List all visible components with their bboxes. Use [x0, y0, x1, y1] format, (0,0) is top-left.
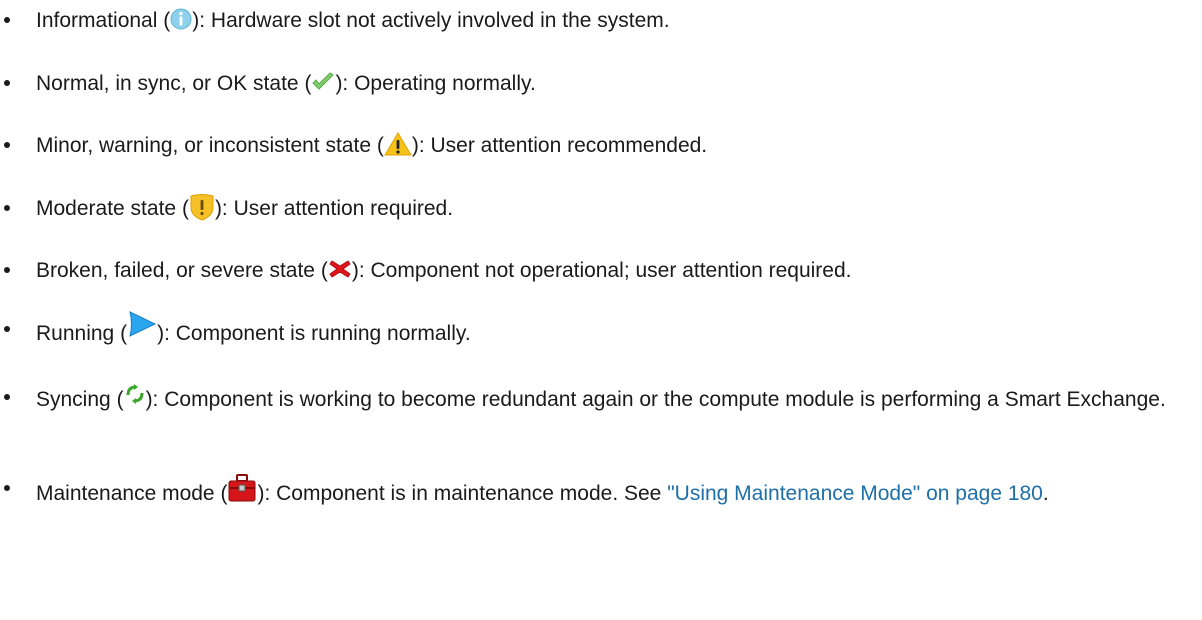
bullet: [4, 267, 10, 273]
list-item-informational: Informational ( ): Hardware slot not act…: [0, 5, 1190, 37]
item-description: ): Component is working to become redund…: [145, 388, 1166, 411]
bullet: [4, 326, 10, 332]
item-tail: .: [1042, 482, 1049, 505]
item-label: Broken, failed, or severe state: [36, 259, 315, 282]
toolbox-icon: [227, 473, 257, 503]
list-item-broken: Broken, failed, or severe state ( ): Com…: [0, 255, 1190, 287]
item-label: Moderate state: [36, 197, 177, 220]
item-description: ): User attention recommended.: [411, 134, 708, 157]
item-label: Running: [36, 322, 115, 345]
item-label: Maintenance mode: [36, 482, 215, 505]
item-label: Normal, in sync, or OK state: [36, 72, 299, 95]
list-item-normal: Normal, in sync, or OK state ( ): Operat…: [0, 68, 1190, 100]
document-page: Informational ( ): Hardware slot not act…: [0, 0, 1202, 620]
bullet: [4, 17, 10, 23]
maintenance-mode-link[interactable]: "Using Maintenance Mode" on page 180: [667, 482, 1043, 505]
item-description: ): Component is running normally.: [157, 322, 471, 345]
item-description: ): Hardware slot not actively involved i…: [192, 9, 670, 32]
item-label: Syncing: [36, 388, 111, 411]
checkmark-icon: [311, 71, 335, 93]
item-label: Minor, warning, or inconsistent state: [36, 134, 371, 157]
item-description: ): Operating normally.: [335, 72, 536, 95]
list-item-moderate: Moderate state ( ): User attention requi…: [0, 193, 1190, 225]
list-item-running: Running ( ): Component is running normal…: [0, 311, 1190, 350]
warning-triangle-icon: [383, 131, 412, 157]
item-description: ): User attention required.: [214, 197, 454, 220]
info-icon: [170, 7, 192, 31]
moderate-shield-icon: [189, 193, 215, 221]
sync-arrows-icon: [124, 383, 146, 405]
item-label: Informational: [36, 9, 158, 32]
item-description: ): Component is in maintenance mode. See: [257, 482, 668, 505]
item-description: ): Component not operational; user atten…: [351, 259, 852, 282]
bullet: [4, 142, 10, 148]
list-item-maintenance: Maintenance mode ( ): Component is in ma…: [0, 474, 1190, 511]
bullet: [4, 80, 10, 86]
list-item-warning: Minor, warning, or inconsistent state ( …: [0, 130, 1190, 162]
list-item-syncing: Syncing ( ): Component is working to bec…: [0, 382, 1190, 418]
bullet: [4, 485, 10, 491]
play-arrow-icon: [127, 309, 157, 339]
bullet: [4, 394, 10, 400]
red-x-icon: [328, 258, 352, 280]
bullet: [4, 205, 10, 211]
